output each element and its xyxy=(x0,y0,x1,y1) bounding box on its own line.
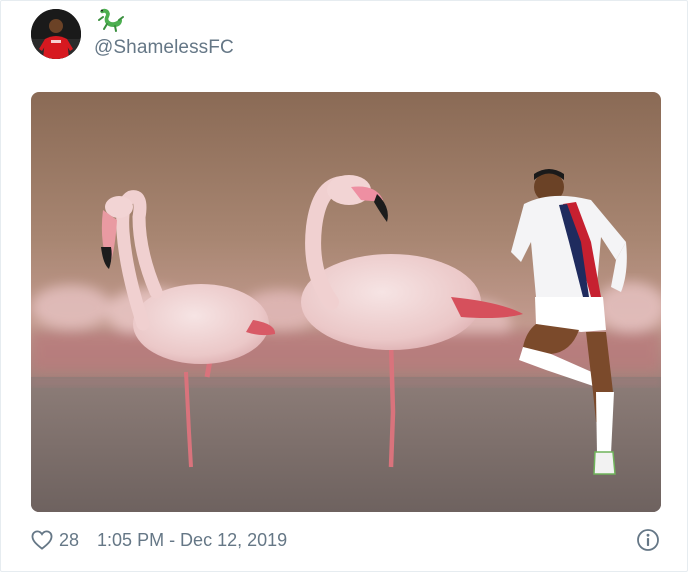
like-button[interactable]: 28 xyxy=(31,530,79,551)
info-icon[interactable] xyxy=(636,528,660,552)
tweet-card: @ShamelessFC 28 1:05 PM - Dec 12, 2019 xyxy=(0,0,688,572)
lizard-icon xyxy=(95,5,125,33)
footballer-avatar-icon xyxy=(31,9,81,59)
avatar[interactable] xyxy=(31,9,81,59)
tweet-footer: 28 1:05 PM - Dec 12, 2019 xyxy=(31,527,287,553)
tweet-timestamp[interactable]: 1:05 PM - Dec 12, 2019 xyxy=(97,530,287,551)
like-count: 28 xyxy=(59,529,80,550)
heart-icon xyxy=(31,530,53,550)
author-handle[interactable]: @ShamelessFC xyxy=(94,37,234,59)
flamingos-photo xyxy=(31,92,661,512)
tweet-media-image[interactable] xyxy=(31,92,661,512)
